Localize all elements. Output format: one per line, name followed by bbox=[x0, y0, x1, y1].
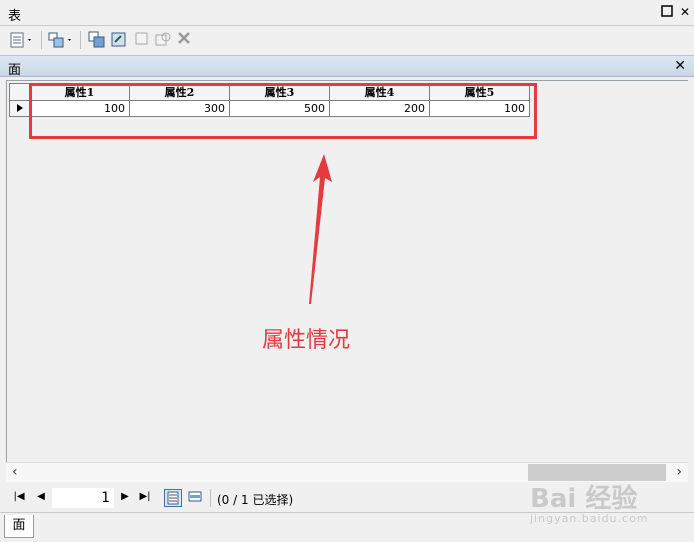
tab-mian[interactable]: 面 bbox=[4, 515, 34, 538]
show-all-records-icon[interactable] bbox=[164, 489, 182, 507]
show-selected-records-icon[interactable] bbox=[187, 489, 205, 507]
table-panel-header: 面 ✕ bbox=[0, 55, 694, 78]
toolbar-separator bbox=[80, 31, 81, 49]
window-title: 表 bbox=[8, 9, 22, 24]
table-toolbar bbox=[0, 26, 694, 54]
watermark-url: jingyan.baidu.com bbox=[530, 512, 649, 525]
annotation-arrow bbox=[309, 154, 332, 304]
clear-selection-icon[interactable] bbox=[134, 31, 152, 49]
row-selector-arrow-icon[interactable] bbox=[9, 100, 30, 117]
scroll-left-icon[interactable]: ‹ bbox=[12, 464, 18, 480]
related-tables-icon[interactable] bbox=[48, 31, 71, 49]
current-record-input[interactable]: 1 bbox=[52, 488, 114, 508]
panel-title: 面 bbox=[8, 63, 22, 78]
first-record-icon[interactable]: |◀ bbox=[12, 491, 26, 502]
last-record-icon[interactable]: ▶| bbox=[138, 491, 152, 502]
window-titlebar: 表 ✕ bbox=[0, 0, 694, 26]
nav-separator bbox=[210, 489, 211, 507]
next-record-icon[interactable]: ▶ bbox=[118, 491, 132, 502]
switch-selection-icon[interactable] bbox=[110, 31, 128, 49]
delete-selected-icon[interactable] bbox=[177, 31, 195, 49]
highlight-box bbox=[29, 83, 537, 139]
table-options-icon[interactable] bbox=[10, 31, 31, 49]
panel-close-icon[interactable]: ✕ bbox=[674, 58, 686, 74]
selection-status: (0 / 1 已选择) bbox=[217, 493, 294, 507]
baidu-watermark: Bai 经验 jingyan.baidu.com bbox=[530, 478, 680, 528]
zoom-to-selected-icon[interactable] bbox=[154, 31, 172, 49]
watermark-brand: Bai 经验 bbox=[530, 484, 638, 514]
row-selector-header[interactable] bbox=[9, 83, 30, 101]
toolbar-separator bbox=[41, 31, 42, 49]
annotation-label: 属性情况 bbox=[262, 328, 351, 353]
select-by-attributes-icon[interactable] bbox=[88, 31, 106, 49]
restore-icon[interactable] bbox=[660, 5, 674, 19]
previous-record-icon[interactable]: ◀ bbox=[34, 491, 48, 502]
close-icon[interactable]: ✕ bbox=[678, 5, 692, 19]
